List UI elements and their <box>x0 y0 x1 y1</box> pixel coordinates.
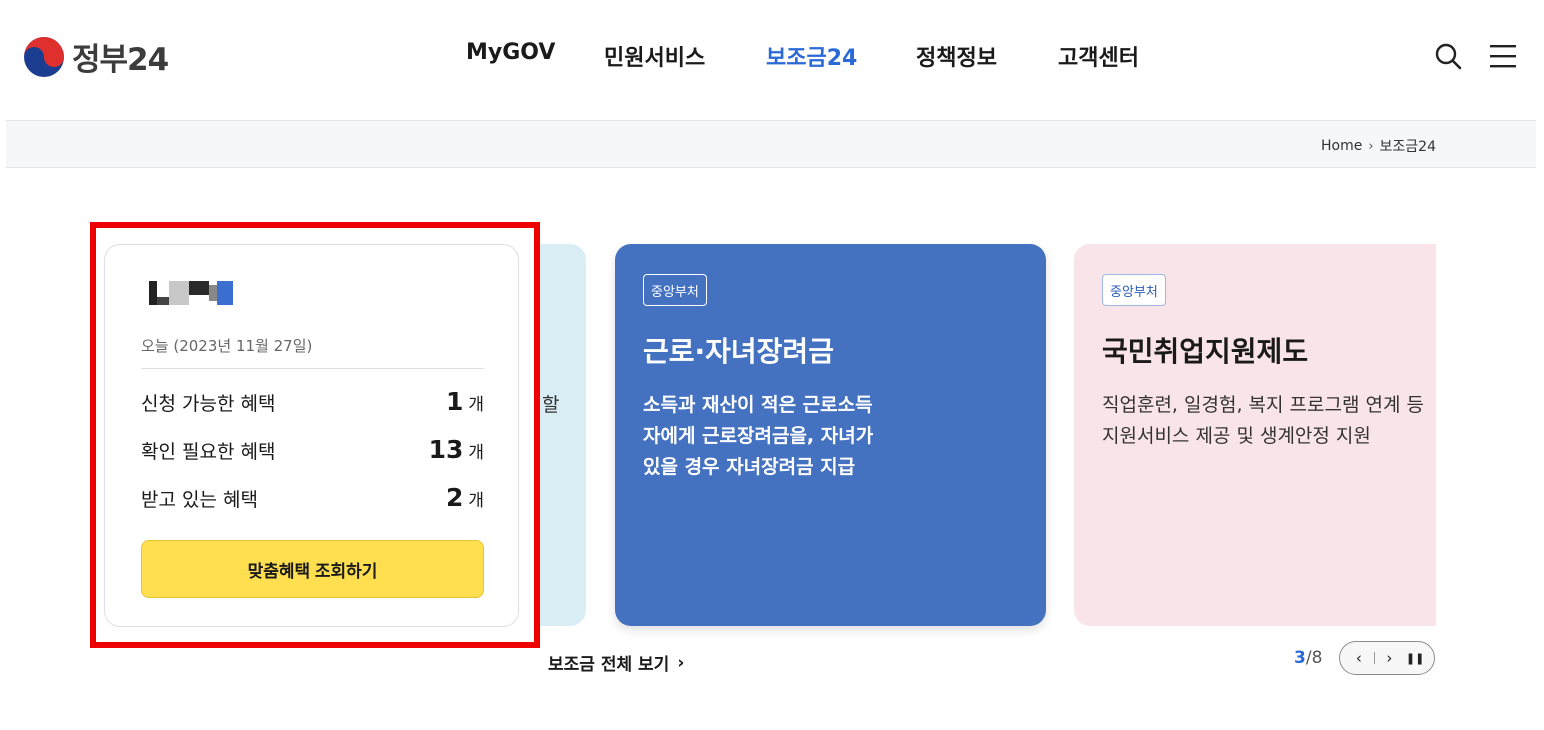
stat-unit: 개 <box>468 443 484 463</box>
peek-text: 할 <box>542 394 560 416</box>
hamburger-menu-icon[interactable] <box>1490 44 1516 68</box>
taegeuk-logo-icon <box>24 36 64 77</box>
date-line: 오늘 (2023년 11월 27일) <box>141 337 313 355</box>
stat-value-group: 2개 <box>446 483 484 512</box>
stat-count: 13 <box>428 435 464 464</box>
category-badge: 중앙부처 <box>643 274 707 306</box>
breadcrumb-home[interactable]: Home <box>1321 138 1362 154</box>
stat-value-group: 13 개 <box>429 435 484 464</box>
chevron-right-icon[interactable]: › <box>1378 649 1400 667</box>
stat-count: 2 <box>445 483 464 512</box>
stat-label: 받고 있는 혜택 <box>141 489 258 511</box>
stat-label: 신청 가능한 혜택 <box>141 393 276 415</box>
nav-civil-service[interactable]: 민원서비스 <box>604 40 705 72</box>
slide-description: 직업훈련, 일경험, 복지 프로그램 연계 등 지원서비스 제공 및 생계안정 … <box>1102 394 1424 447</box>
breadcrumb-separator-icon: › <box>1368 138 1374 154</box>
pause-icon[interactable]: ❚❚ <box>1404 652 1426 665</box>
nav-customer-center[interactable]: 고객센터 <box>1058 40 1139 72</box>
breadcrumb-current: 보조금24 <box>1379 139 1436 155</box>
carousel-slide-earned-income-credit[interactable]: 중앙부처 근로·자녀장려금 소득과 재산이 적은 근로소득자에게 근로장려금을,… <box>615 244 1046 626</box>
stat-value-group: 1개 <box>446 387 484 416</box>
nav-subsidy24[interactable]: 보조금24 <box>766 40 857 72</box>
logo-text: 정부24 <box>72 42 169 78</box>
user-name-redacted <box>149 281 233 307</box>
page-total: 8 <box>1311 648 1323 668</box>
site-logo[interactable]: 정부24 <box>22 34 169 79</box>
view-all-subsidies-link[interactable]: 보조금 전체 보기 › <box>548 650 685 676</box>
category-badge: 중앙부처 <box>1102 274 1166 306</box>
stat-label: 확인 필요한 혜택 <box>141 441 276 463</box>
site-header: 정부24 MyGOV 민원서비스 보조금24 정책정보 고객센터 <box>0 0 1544 112</box>
stat-unit: 개 <box>468 491 484 511</box>
carousel-pager: 3 / 8 <box>1294 648 1322 668</box>
stat-row-available[interactable]: 신청 가능한 혜택 1개 <box>141 387 484 427</box>
chevron-right-icon: › <box>677 652 685 673</box>
custom-benefit-search-button[interactable]: 맞춤혜택 조회하기 <box>141 540 484 598</box>
stat-count: 1 <box>445 387 464 416</box>
control-divider <box>1373 652 1375 664</box>
nav-policy-info[interactable]: 정책정보 <box>916 40 997 72</box>
slide-title: 국민취업지원제도 <box>1102 335 1309 368</box>
stat-row-receiving[interactable]: 받고 있는 혜택 2개 <box>141 483 484 523</box>
view-all-label: 보조금 전체 보기 <box>548 655 670 675</box>
user-benefit-card: 오늘 (2023년 11월 27일) 신청 가능한 혜택 1개 확인 필요한 혜… <box>104 244 519 627</box>
stat-row-needs-check[interactable]: 확인 필요한 혜택 13 개 <box>141 435 484 475</box>
chevron-left-icon[interactable]: ‹ <box>1348 649 1370 667</box>
stat-unit: 개 <box>468 395 484 415</box>
carousel-controls: ‹ › ❚❚ <box>1339 641 1435 675</box>
search-icon[interactable] <box>1434 42 1462 70</box>
carousel-slide-previous[interactable]: 할 <box>540 244 586 626</box>
nav-mygov[interactable]: MyGOV <box>466 40 555 65</box>
slide-description: 소득과 재산이 적은 근로소득자에게 근로장려금을, 자녀가 있을 경우 자녀장… <box>643 394 874 478</box>
breadcrumb: Home › 보조금24 <box>1321 136 1436 156</box>
carousel-slide-employment-support[interactable]: 중앙부처 국민취업지원제도 직업훈련, 일경험, 복지 프로그램 연계 등 지원… <box>1074 244 1436 626</box>
breadcrumb-bar: Home › 보조금24 <box>6 120 1536 168</box>
divider <box>141 368 484 369</box>
slide-title: 근로·자녀장려금 <box>643 335 834 368</box>
page-current: 3 <box>1294 648 1306 668</box>
